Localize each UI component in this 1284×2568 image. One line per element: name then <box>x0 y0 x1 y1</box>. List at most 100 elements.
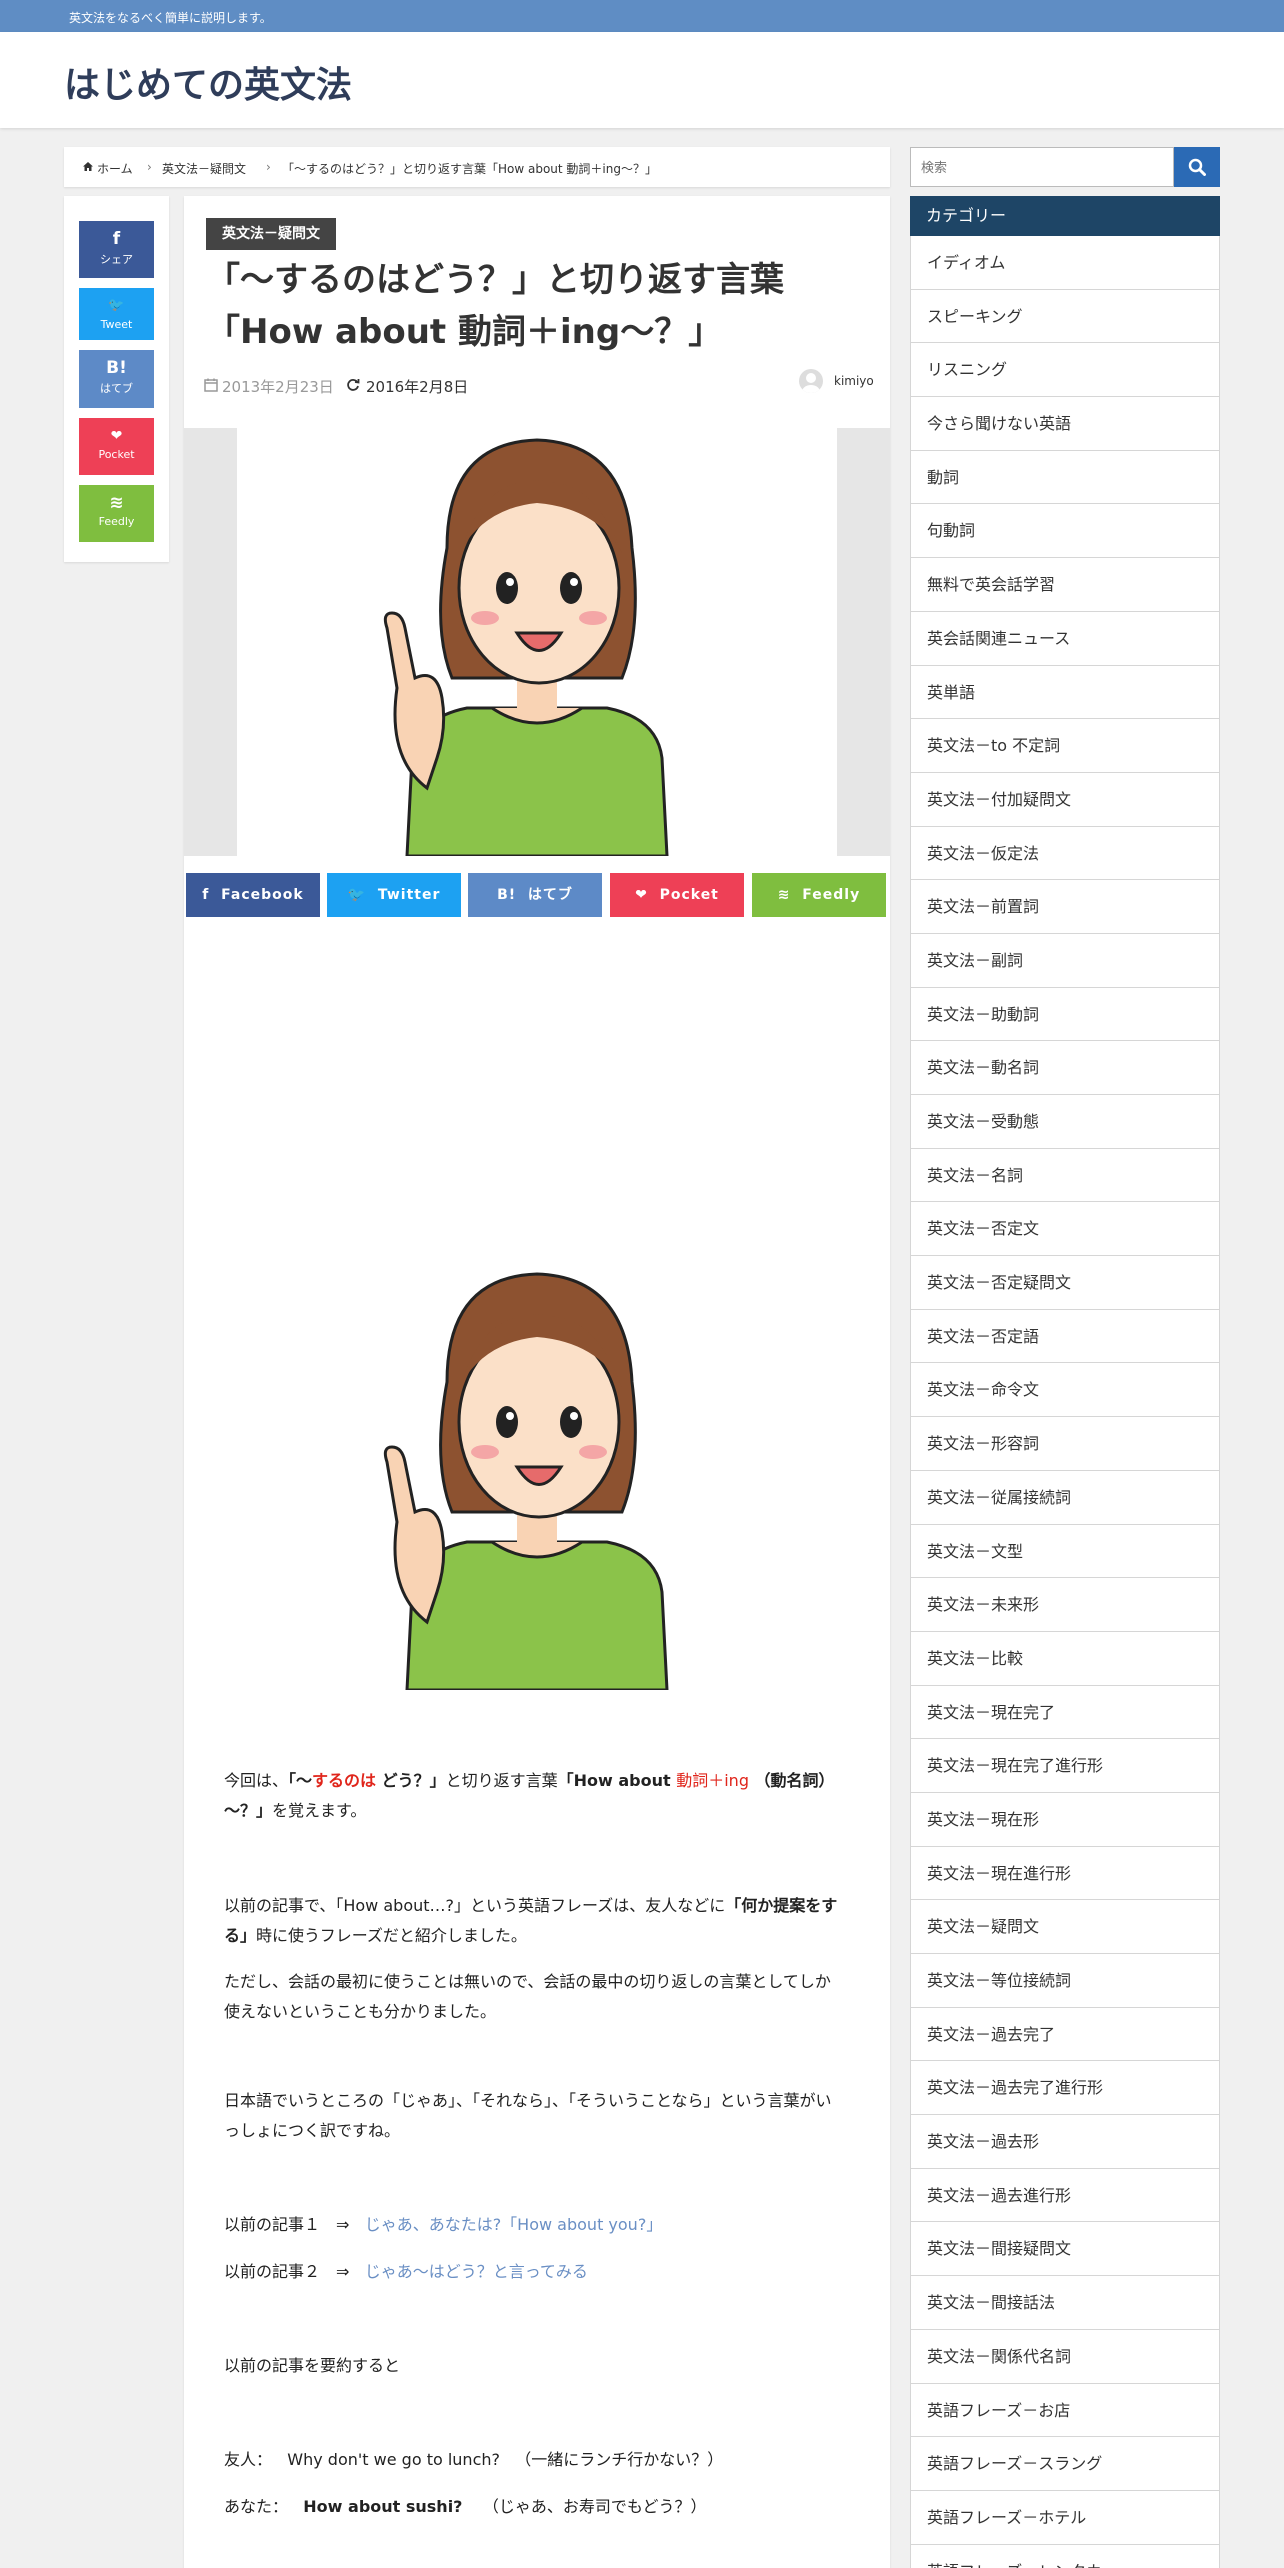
top-bar: 英文法をなるべく簡単に説明します。 <box>0 0 1284 32</box>
user-icon <box>802 373 820 393</box>
search-button[interactable] <box>1174 147 1220 187</box>
category-item[interactable]: 英文法－関係代名詞 <box>910 2329 1220 2384</box>
category-item[interactable]: 英文法－文型 <box>910 1524 1220 1579</box>
intro-paragraph: 今回は、「～するのは どう？」と切り返す言葉「How about 動詞＋ing … <box>224 1771 835 1820</box>
breadcrumb: ホーム › 英文法－疑問文 › 「～するのはどう？」と切り返す言葉「How ab… <box>64 147 890 187</box>
category-item[interactable]: 英語フレーズ－レンタカー <box>910 2544 1220 2568</box>
category-item[interactable]: 英文法－等位接続詞 <box>910 1954 1220 2008</box>
category-item[interactable]: 英文法－間接疑問文 <box>910 2222 1220 2277</box>
search-icon <box>1188 158 1206 176</box>
breadcrumb-category[interactable]: 英文法－疑問文 <box>162 160 246 177</box>
site-header: はじめての英文法 <box>0 32 1284 128</box>
feedly-icon: ≋ <box>109 493 124 513</box>
feedly-icon: ≋ <box>777 887 791 903</box>
category-item[interactable]: イディオム <box>910 236 1220 290</box>
category-item[interactable]: 英文法－副詞 <box>910 933 1220 988</box>
category-item[interactable]: 英文法－動名詞 <box>910 1041 1220 1095</box>
category-item[interactable]: 英文法－付加疑問文 <box>910 772 1220 827</box>
tweet-label: Tweet <box>100 318 133 331</box>
tweet-button[interactable]: 🐦 Tweet <box>79 288 154 340</box>
hatena-bookmark-button[interactable]: B! はてブ <box>79 350 154 408</box>
hatena-share-button-horizontal[interactable]: B! はてブ <box>468 873 602 917</box>
category-item[interactable]: 今さら聞けない英語 <box>910 397 1220 451</box>
feedly-button[interactable]: ≋ Feedly <box>79 485 154 542</box>
reference-1: 以前の記事１ ⇒ じゃあ、あなたは?「How about you?」 <box>224 2215 663 2234</box>
published-date: 2013年2月23日 <box>222 378 334 396</box>
girl-pointing-illustration <box>383 1272 669 1692</box>
breadcrumb-separator: › <box>147 160 152 174</box>
category-item[interactable]: 英文法－否定文 <box>910 1202 1220 1257</box>
site-title-link[interactable]: はじめての英文法 <box>64 56 352 108</box>
category-item[interactable]: リスニング <box>910 343 1220 398</box>
feedly-share-button-horizontal[interactable]: ≋ Feedly <box>752 873 886 917</box>
author-name[interactable]: kimiyo <box>834 374 874 388</box>
twitter-icon: 🐦 <box>347 887 367 903</box>
search-input[interactable] <box>921 160 1161 175</box>
pocket-button[interactable]: ❤ Pocket <box>79 418 154 475</box>
facebook-icon: f <box>112 229 121 249</box>
hatena-icon: B! <box>106 358 127 378</box>
category-item[interactable]: 句動詞 <box>910 504 1220 559</box>
category-item[interactable]: 英文法－前置詞 <box>910 880 1220 934</box>
twitter-share-button-horizontal[interactable]: 🐦 Twitter <box>327 873 461 917</box>
categories-heading: カテゴリー <box>910 196 1220 236</box>
category-item[interactable]: 英文法－助動詞 <box>910 987 1220 1042</box>
calendar-icon <box>204 378 218 392</box>
category-item[interactable]: 英文法－過去完了進行形 <box>910 2061 1220 2116</box>
category-item[interactable]: 英文法－現在完了 <box>910 1685 1220 1740</box>
article-title: 「～するのはどう？」と切り返す言葉 「How about 動詞＋ing～？」 <box>206 254 866 358</box>
article-image <box>237 1254 837 1692</box>
author-avatar <box>799 369 823 393</box>
category-item[interactable]: 英文法－否定語 <box>910 1309 1220 1364</box>
category-item[interactable]: 英文法－to 不定詞 <box>910 719 1220 773</box>
category-item[interactable]: スピーキング <box>910 289 1220 344</box>
pocket-share-button-horizontal[interactable]: ❤ Pocket <box>610 873 744 917</box>
breadcrumb-home[interactable]: ホーム <box>97 160 133 177</box>
category-item[interactable]: 英文法－未来形 <box>910 1578 1220 1632</box>
paragraph-2: 以前の記事で、「How about…?」という英語フレーズは、友人などに「何か提… <box>224 1896 838 1945</box>
category-item[interactable]: 無料で英会話学習 <box>910 558 1220 612</box>
category-item[interactable]: 英単語 <box>910 665 1220 720</box>
reference-1-link[interactable]: じゃあ、あなたは?「How about you?」 <box>365 2215 663 2234</box>
facebook-label: Facebook <box>221 887 304 903</box>
pocket-label: Pocket <box>98 448 135 461</box>
reference-2-link[interactable]: じゃあ～はどう？と言ってみる <box>365 2262 588 2281</box>
category-item[interactable]: 英文法－疑問文 <box>910 1900 1220 1954</box>
category-item[interactable]: 英文法－過去進行形 <box>910 2168 1220 2223</box>
category-item[interactable]: 英語フレーズ－お店 <box>910 2383 1220 2438</box>
category-item[interactable]: 英語フレーズ－ホテル <box>910 2490 1220 2545</box>
category-item[interactable]: 英文法－比較 <box>910 1631 1220 1686</box>
facebook-share-button[interactable]: f シェア <box>79 221 154 278</box>
breadcrumb-current: 「～するのはどう？」と切り返す言葉「How about 動詞＋ing～？」 <box>282 162 657 176</box>
category-item[interactable]: 英文法－名詞 <box>910 1148 1220 1203</box>
category-item[interactable]: 英文法－受動態 <box>910 1095 1220 1149</box>
category-item[interactable]: 英文法－現在形 <box>910 1792 1220 1847</box>
category-item[interactable]: 英文法－過去形 <box>910 2115 1220 2169</box>
facebook-share-label: シェア <box>100 253 133 266</box>
updated-date: 2016年2月8日 <box>366 378 469 396</box>
site-tagline: 英文法をなるべく簡単に説明します。 <box>69 11 272 25</box>
category-item[interactable]: 英会話関連ニュース <box>910 611 1220 666</box>
category-list: イディオム スピーキング リスニング 今さら聞けない英語 動詞 句動詞 無料で英会話学習 英会… <box>910 236 1220 2568</box>
breadcrumb-separator: › <box>266 160 271 174</box>
hatena-label: はてブ <box>527 887 573 903</box>
category-item[interactable]: 英文法－現在進行形 <box>910 1846 1220 1901</box>
category-item[interactable]: 英文法－形容詞 <box>910 1417 1220 1471</box>
category-item[interactable]: 英文法－現在完了進行形 <box>910 1739 1220 1793</box>
share-sidebar: f シェア 🐦 Tweet B! はてブ ❤ Pocket ≋ Feedly <box>64 196 169 562</box>
category-item[interactable]: 英文法－従属接続詞 <box>910 1470 1220 1525</box>
dialogue-line-1: 友人： Why don't we go to lunch? （一緒にランチ行かな… <box>224 2450 724 2469</box>
category-item[interactable]: 動詞 <box>910 450 1220 505</box>
paragraph-4: 日本語でいうところの「じゃあ」、「それなら」、「そういうことなら」という言葉がい… <box>224 2091 832 2140</box>
category-badge[interactable]: 英文法－疑問文 <box>206 218 336 250</box>
category-item[interactable]: 英語フレーズ－スラング <box>910 2437 1220 2491</box>
category-item[interactable]: 英文法－否定疑問文 <box>910 1256 1220 1310</box>
facebook-share-button-horizontal[interactable]: f Facebook <box>186 873 320 917</box>
category-item[interactable]: 英文法－命令文 <box>910 1363 1220 1418</box>
category-item[interactable]: 英文法－過去完了 <box>910 2007 1220 2062</box>
twitter-icon: 🐦 <box>108 298 125 313</box>
pocket-icon: ❤ <box>635 887 648 903</box>
paragraph-5: 以前の記事を要約すると <box>224 2356 401 2375</box>
category-item[interactable]: 英文法－仮定法 <box>910 826 1220 881</box>
category-item[interactable]: 英文法－間接話法 <box>910 2276 1220 2330</box>
